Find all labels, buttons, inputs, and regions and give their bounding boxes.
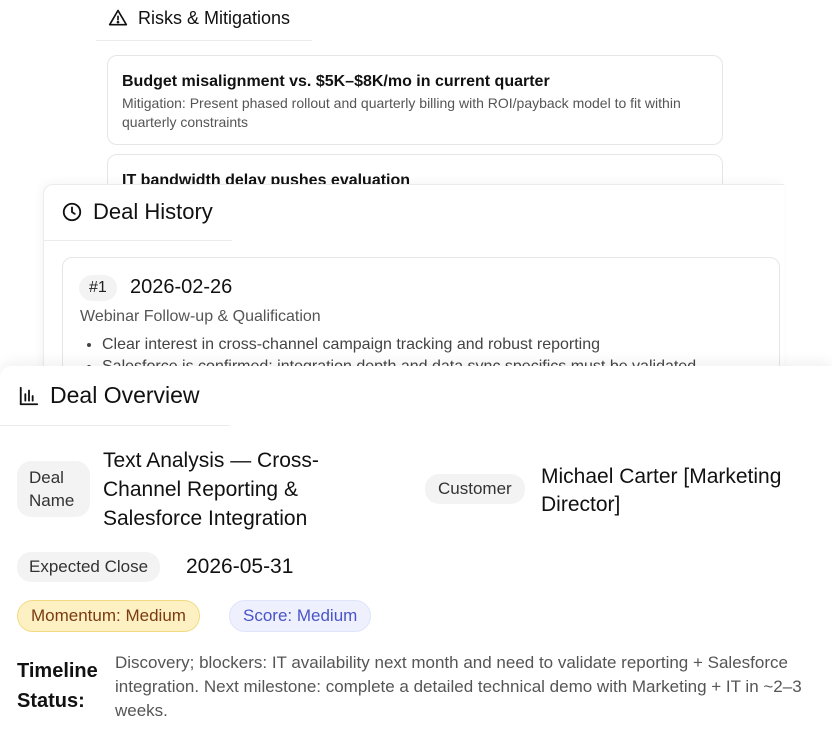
timeline-status-text: Discovery; blockers: IT availability nex… — [115, 653, 802, 720]
deal-overview-title: Deal Overview — [50, 382, 200, 408]
risks-panel: Risks & Mitigations Budget misalignment … — [92, 0, 742, 214]
momentum-badge: Momentum: Medium — [17, 600, 200, 632]
deal-overview-header: Deal Overview — [18, 382, 200, 409]
deal-name-value: Text Analysis — Cross-Channel Reporting … — [103, 449, 319, 530]
entry-bullet: Clear interest in cross-channel campaign… — [102, 334, 696, 356]
risk-card: Budget misalignment vs. $5K–$8K/mo in cu… — [107, 55, 723, 145]
customer-label: Customer — [425, 474, 525, 504]
deal-history-panel: Deal History #1 2026-02-26 Webinar Follo… — [43, 184, 784, 397]
risks-header-divider — [96, 40, 312, 41]
expected-close-value: 2026-05-31 — [186, 555, 294, 578]
entry-date: 2026-02-26 — [130, 276, 233, 298]
deal-history-title: Deal History — [93, 199, 213, 224]
expected-close-label: Expected Close — [17, 552, 161, 582]
deal-overview-header-divider — [0, 425, 230, 426]
deal-name-label: Deal Name — [17, 461, 90, 517]
customer-value: Michael Carter [Marketing Director] — [541, 465, 782, 516]
clock-icon — [61, 201, 83, 223]
entry-number-badge: #1 — [79, 275, 117, 301]
risk-mitigation: Mitigation: Present phased rollout and q… — [122, 95, 681, 130]
warning-icon — [108, 8, 128, 28]
score-badge: Score: Medium — [229, 600, 372, 632]
timeline-status-label: Timeline Status: — [17, 660, 98, 712]
entry-title: Webinar Follow-up & Qualification — [80, 308, 321, 325]
risks-title: Risks & Mitigations — [138, 7, 291, 28]
risk-title: Budget misalignment vs. $5K–$8K/mo in cu… — [122, 73, 550, 90]
risks-header: Risks & Mitigations — [108, 6, 290, 30]
deal-history-header-divider — [44, 240, 232, 241]
deal-overview-panel: Deal Overview Deal Name Text Analysis — … — [0, 366, 832, 755]
bar-chart-icon — [18, 385, 40, 407]
deal-history-header: Deal History — [61, 199, 213, 225]
